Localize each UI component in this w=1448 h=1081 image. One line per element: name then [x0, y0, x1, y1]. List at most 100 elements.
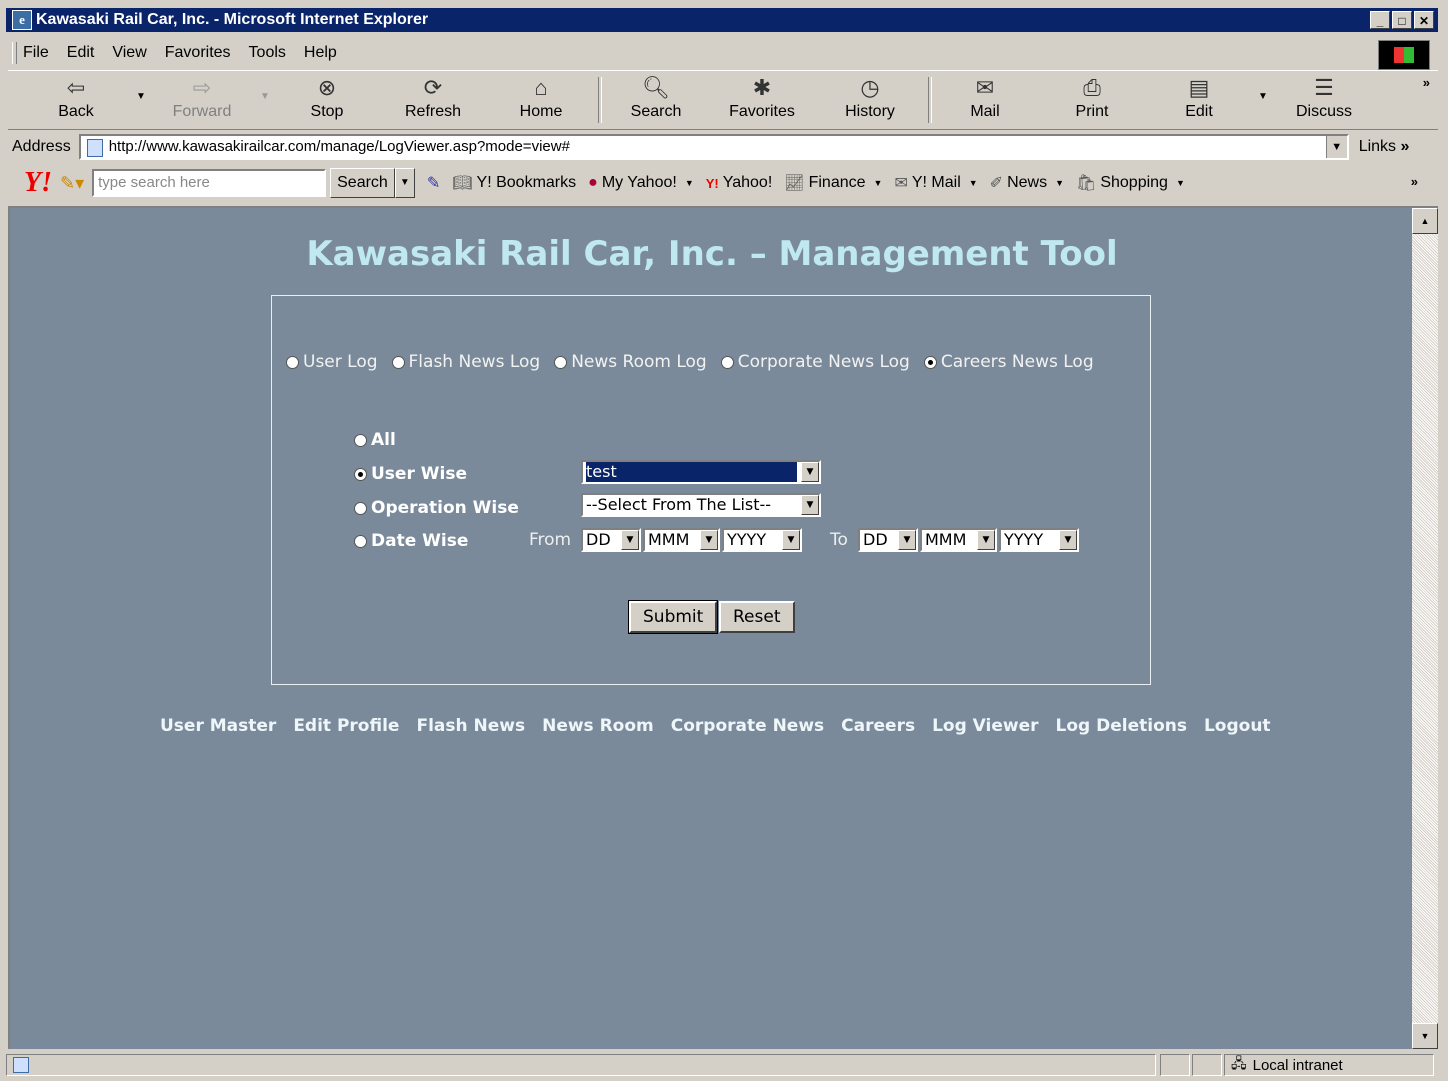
- nav-edit-profile[interactable]: Edit Profile: [293, 716, 399, 736]
- discuss-button[interactable]: ☰ Discuss: [1284, 75, 1364, 121]
- chevron-down-icon: ▼: [782, 530, 800, 550]
- vertical-scrollbar[interactable]: ▲ ▼: [1412, 208, 1438, 1049]
- forward-dropdown-icon[interactable]: ▼: [260, 91, 270, 102]
- log-type-news-room-log[interactable]: News Room Log: [554, 352, 707, 372]
- from-month-select[interactable]: MMM ▼: [643, 528, 720, 552]
- edit-button[interactable]: ▤ Edit: [1159, 75, 1239, 121]
- yahoo-small-logo-icon: Y!: [705, 175, 719, 191]
- from-year-select[interactable]: YYYY ▼: [722, 528, 802, 552]
- status-bar: 🖧︎ Local intranet: [6, 1052, 1438, 1078]
- menu-favorites[interactable]: Favorites: [165, 44, 231, 62]
- menu-file[interactable]: File: [23, 44, 49, 62]
- footer-nav: User Master Edit Profile Flash News News…: [160, 716, 1288, 736]
- refresh-button[interactable]: ⟳ Refresh: [393, 75, 473, 121]
- yahoo-search-input[interactable]: type search here: [92, 169, 327, 197]
- yahoo-search-button[interactable]: Search: [330, 168, 395, 198]
- favorites-folder-icon: ✱: [752, 75, 772, 100]
- printer-icon: ⎙: [1083, 75, 1101, 100]
- stop-button[interactable]: ⊗ Stop: [287, 75, 367, 121]
- yahoo-button[interactable]: Y! Yahoo!: [706, 174, 773, 192]
- radio-flash-news-log[interactable]: [391, 355, 405, 369]
- news-button[interactable]: ✐ News ▼: [990, 173, 1064, 193]
- menu-edit[interactable]: Edit: [67, 44, 95, 62]
- yahoo-overflow-chevron-icon[interactable]: »: [1411, 174, 1418, 189]
- address-input[interactable]: http://www.kawasakirailcar.com/manage/Lo…: [78, 134, 1349, 160]
- log-type-user-log[interactable]: User Log: [286, 352, 378, 372]
- my-yahoo-button[interactable]: ● My Yahoo! ▼: [588, 174, 694, 192]
- maximize-button[interactable]: □: [1392, 11, 1412, 29]
- log-type-flash-news-log[interactable]: Flash News Log: [391, 352, 540, 372]
- from-day-select[interactable]: DD ▼: [581, 528, 641, 552]
- nav-log-viewer[interactable]: Log Viewer: [932, 716, 1038, 736]
- search-button[interactable]: 🔍︎ Search: [616, 75, 696, 121]
- nav-logout[interactable]: Logout: [1204, 716, 1271, 736]
- nav-user-master[interactable]: User Master: [160, 716, 276, 736]
- forward-button[interactable]: ⇨ Forward: [162, 75, 242, 121]
- chevron-down-icon: ▼: [1059, 530, 1077, 550]
- to-month-select[interactable]: MMM ▼: [920, 528, 997, 552]
- to-label: To: [830, 530, 848, 550]
- minimize-button[interactable]: _: [1370, 11, 1390, 29]
- reset-button[interactable]: Reset: [719, 601, 795, 633]
- to-day-select[interactable]: DD ▼: [858, 528, 918, 552]
- radio-user-wise[interactable]: [354, 467, 367, 481]
- menu-help[interactable]: Help: [304, 44, 337, 62]
- filter-user-wise[interactable]: User Wise: [354, 464, 467, 484]
- radio-corporate-news-log[interactable]: [720, 355, 734, 369]
- radio-date-wise[interactable]: [354, 534, 367, 548]
- user-select[interactable]: test ▼: [581, 460, 821, 484]
- filter-all[interactable]: All: [354, 430, 396, 450]
- to-year-select[interactable]: YYYY ▼: [999, 528, 1079, 552]
- address-dropdown-icon[interactable]: ▼: [1325, 136, 1347, 158]
- nav-careers[interactable]: Careers: [841, 716, 915, 736]
- radio-user-log[interactable]: [286, 355, 299, 369]
- favorites-button[interactable]: ✱ Favorites: [722, 75, 802, 121]
- radio-careers-news-log[interactable]: [923, 355, 937, 369]
- chevron-down-icon: ▼: [801, 462, 819, 482]
- page-title: Kawasaki Rail Car, Inc. – Management Too…: [306, 234, 1118, 274]
- yahoo-search-dropdown-icon[interactable]: ▼: [394, 168, 415, 198]
- home-button[interactable]: ⌂ Home: [501, 75, 581, 121]
- back-button[interactable]: ⇦ Back: [36, 75, 116, 121]
- ie-app-icon[interactable]: e: [12, 10, 32, 30]
- scroll-up-icon[interactable]: ▲: [1412, 208, 1438, 234]
- address-bar: Address http://www.kawasakirailcar.com/m…: [8, 132, 1438, 162]
- close-button[interactable]: ✕: [1414, 11, 1434, 29]
- log-type-careers-news-log[interactable]: Careers News Log: [923, 352, 1094, 372]
- finance-button[interactable]: 📈︎ Finance ▼: [784, 173, 882, 193]
- shopping-button[interactable]: 🛍︎ Shopping ▼: [1076, 173, 1185, 193]
- home-icon: ⌂: [534, 75, 548, 100]
- submit-button[interactable]: Submit: [627, 600, 719, 634]
- filter-operation-wise[interactable]: Operation Wise: [354, 498, 519, 518]
- from-label: From: [529, 530, 572, 550]
- edit-dropdown-icon[interactable]: ▼: [1258, 91, 1268, 102]
- log-type-corporate-news-log[interactable]: Corporate News Log: [720, 352, 910, 372]
- nav-flash-news[interactable]: Flash News: [416, 716, 525, 736]
- mail-button[interactable]: ✉ Mail: [945, 75, 1025, 121]
- scroll-down-icon[interactable]: ▼: [1412, 1023, 1438, 1049]
- operation-select[interactable]: --Select From The List-- ▼: [581, 493, 821, 517]
- nav-news-room[interactable]: News Room: [542, 716, 654, 736]
- links-button[interactable]: Links »: [1359, 138, 1410, 156]
- log-viewer-panel: User Log Flash News Log News Room Log Co…: [271, 295, 1151, 685]
- toolbar-overflow-chevron-icon[interactable]: »: [1423, 75, 1430, 90]
- filter-date-wise[interactable]: Date Wise: [354, 531, 468, 551]
- y-mail-button[interactable]: ✉ Y! Mail ▼: [894, 173, 977, 193]
- radio-operation-wise[interactable]: [354, 501, 367, 515]
- history-button[interactable]: ◷ History: [830, 75, 910, 121]
- standard-toolbar: ⇦ Back ▼ ⇨ Forward ▼ ⊗ Stop ⟳ Refresh ⌂ Home …: [8, 70, 1438, 130]
- status-main-pane: [6, 1054, 1156, 1076]
- nav-log-deletions[interactable]: Log Deletions: [1056, 716, 1187, 736]
- menu-tools[interactable]: Tools: [249, 44, 286, 62]
- yahoo-logo-icon[interactable]: Y!: [24, 167, 52, 199]
- nav-corporate-news[interactable]: Corporate News: [671, 716, 824, 736]
- menu-view[interactable]: View: [112, 44, 146, 62]
- yahoo-bookmarks-button[interactable]: 📖︎ Y! Bookmarks: [452, 173, 576, 193]
- radio-all[interactable]: [354, 433, 367, 447]
- highlighter-icon[interactable]: ✎: [427, 173, 440, 193]
- back-dropdown-icon[interactable]: ▼: [136, 91, 146, 102]
- pencil-icon[interactable]: ✎▾: [60, 173, 84, 194]
- print-button[interactable]: ⎙ Print: [1052, 75, 1132, 121]
- radio-news-room-log[interactable]: [554, 355, 568, 369]
- refresh-icon: ⟳: [423, 75, 443, 100]
